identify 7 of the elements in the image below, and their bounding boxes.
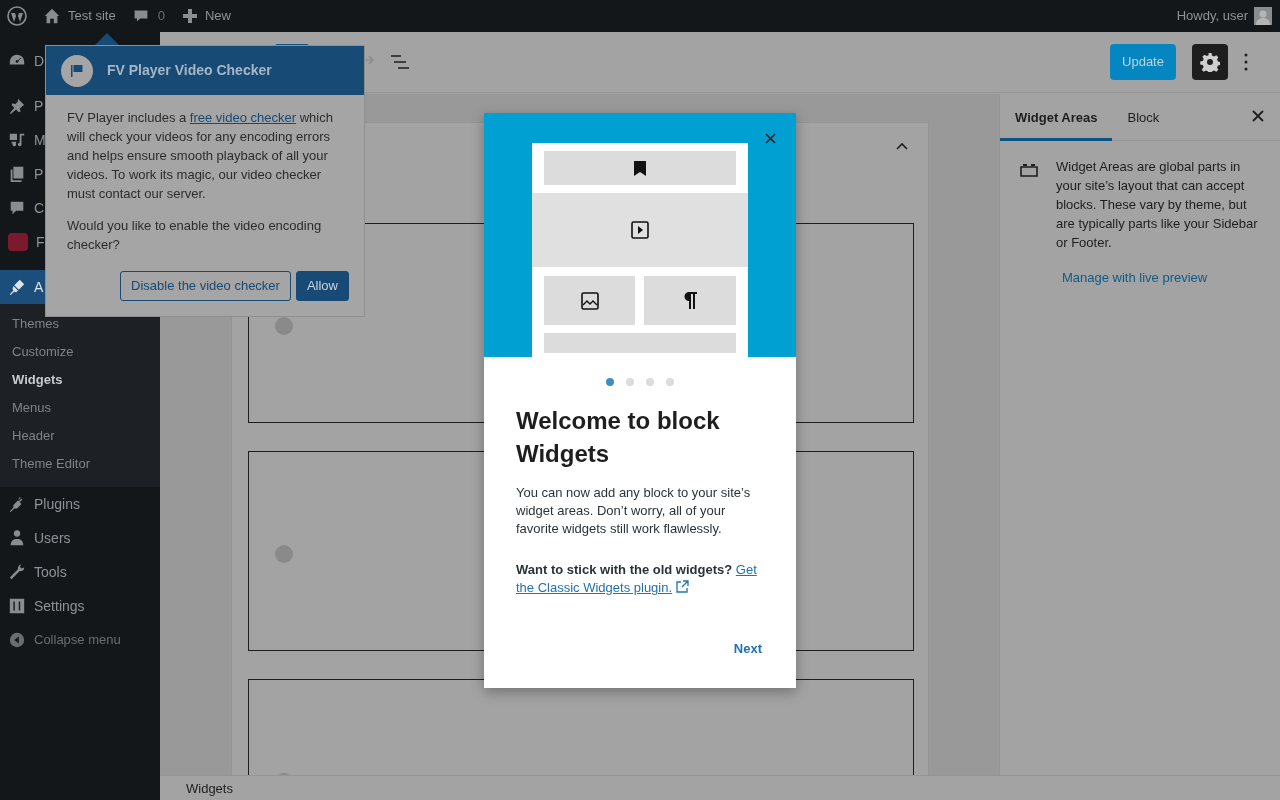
guide-question: Want to stick with the old widgets? Get the Classic Widgets plugin.: [516, 561, 758, 597]
popup-title: FV Player Video Checker: [107, 61, 272, 80]
popup-question: Would you like to enable the video encoding checker?: [67, 217, 323, 254]
guide-text: You can now add any block to your site’s widget areas. Don’t worry, all of your favorite widgets still work flawlessly.: [516, 484, 752, 538]
panel-description: Widget Areas are global parts in your site’s layout that can accept blocks. These vary by theme, but are typically parts like your Sidebar or Footer.: [1056, 158, 1259, 252]
popup-text: FV Player includes a free video checker which will check your videos for any encoding errors and helps ensure smooth playback of all your videos. To work its magic, our video checker must contact our server.: [67, 109, 334, 203]
guide-title: Welcome to block Widgets: [516, 406, 721, 469]
